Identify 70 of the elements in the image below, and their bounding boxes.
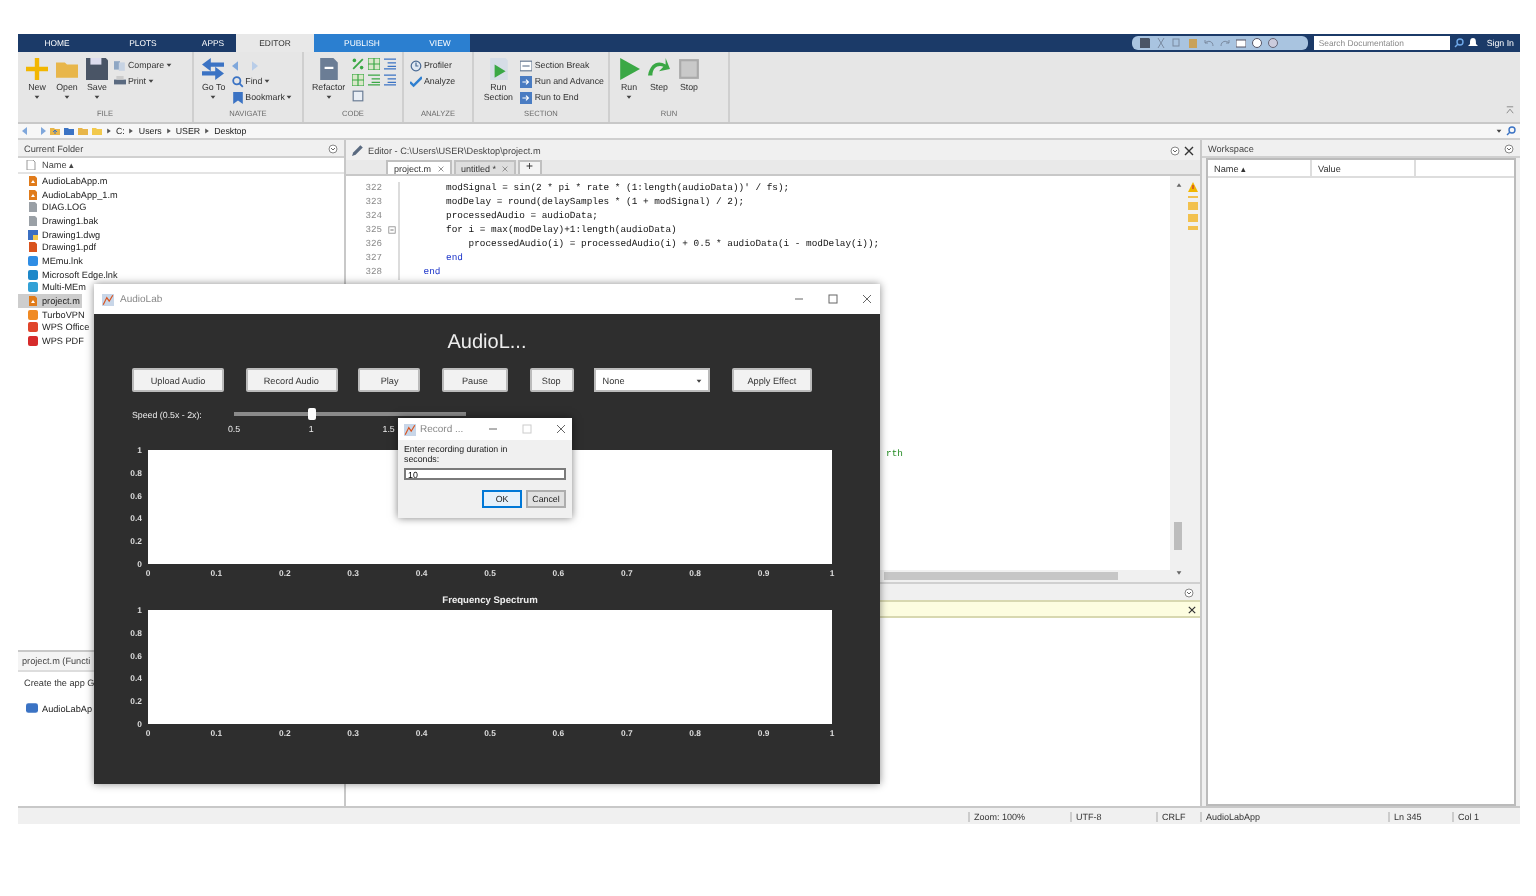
chevron-icon [204,128,211,134]
slider-thumb[interactable] [307,407,316,419]
search-icon[interactable] [1506,126,1516,136]
minimize-icon[interactable] [488,424,498,434]
documents-icon [114,59,126,71]
fold-icon[interactable] [388,226,396,234]
document-arrow-icon [520,91,533,103]
printer-icon [114,75,126,87]
arrows-icon [202,58,225,80]
help-icon[interactable] [1252,38,1263,48]
search-icon [231,75,244,87]
caret-icon [696,377,703,383]
document-play-icon [487,58,510,80]
folder-icon [56,58,78,80]
undo-icon[interactable] [1204,38,1215,48]
bookmark-icon [231,91,244,103]
collapse-icon[interactable] [1170,145,1180,155]
stop-icon [678,58,700,80]
percent-icon [351,58,364,70]
plus-icon [26,58,48,80]
indent-icon [383,58,396,70]
indent-icon [383,74,396,86]
window-icon[interactable] [1236,38,1247,48]
indent-icon [367,74,380,86]
bell-icon[interactable] [1468,38,1479,48]
vertical-scrollbar[interactable] [1170,176,1186,582]
close-icon[interactable] [862,294,872,304]
warning-marker[interactable] [1188,214,1198,222]
maximize-icon[interactable] [828,294,838,304]
close-icon[interactable] [1188,605,1196,613]
up-arrow-icon[interactable] [1175,182,1181,188]
back-icon[interactable] [231,59,244,71]
expand-icon[interactable] [1268,38,1279,48]
document-icon [317,58,340,80]
search-icon[interactable] [1454,38,1465,48]
grid-icon [367,58,380,70]
warning-icon [1188,182,1198,192]
save-icon[interactable] [1140,38,1151,48]
redo-icon[interactable] [1220,38,1231,48]
cut-icon[interactable] [1156,38,1167,48]
figure-icon [404,423,416,435]
collapse-icon[interactable] [328,143,338,153]
grid-icon [351,74,364,86]
play-icon [618,58,640,80]
collapse-icon[interactable] [1184,587,1194,597]
save-icon [86,58,108,80]
lines-icon [520,59,533,71]
chevron-icon [165,128,172,134]
warning-marker[interactable] [1188,202,1198,210]
copy-icon[interactable] [1172,38,1183,48]
arrow-icon [648,58,670,80]
close-icon[interactable] [1184,145,1194,155]
app-heading: AudioL... [445,332,529,356]
caret-icon[interactable] [1496,128,1502,134]
warning-marker[interactable] [1188,226,1198,230]
app-icon [26,702,38,714]
chevron-icon [106,128,112,134]
minimize-icon[interactable] [794,294,804,304]
document-arrow-icon [520,75,533,87]
close-icon[interactable] [556,424,566,434]
chevron-icon [128,128,135,134]
down-arrow-icon[interactable] [1175,570,1181,576]
check-icon [410,75,422,87]
box-icon [351,90,364,102]
clock-icon [410,59,422,71]
pencil-icon [352,144,364,156]
folder-up-icon[interactable] [50,126,60,136]
figure-icon [102,293,114,305]
collapse-icon[interactable] [1504,143,1514,153]
warning-marker[interactable] [1188,196,1198,198]
